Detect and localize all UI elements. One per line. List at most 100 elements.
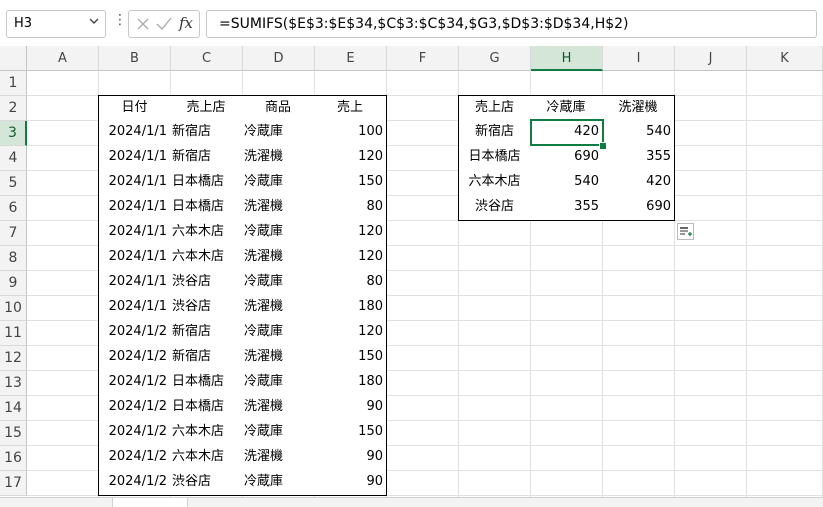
summary-value-cell[interactable]: 540 [602,120,675,146]
sales-cell[interactable]: 2024/1/1 [98,120,171,146]
column-header-c[interactable]: C [171,46,243,71]
check-icon[interactable] [155,16,173,36]
sales-cell[interactable]: 洗濯機 [242,395,315,421]
column-header-h[interactable]: H [531,46,603,71]
sales-cell[interactable]: 100 [314,120,387,146]
sales-cell[interactable]: 六本木店 [170,420,243,446]
sales-cell[interactable]: 2024/1/1 [98,270,171,296]
sales-cell[interactable]: 新宿店 [170,345,243,371]
sales-cell[interactable]: 日本橋店 [170,195,243,221]
sales-cell[interactable]: 洗濯機 [242,145,315,171]
row-header-15[interactable]: 15 [0,421,27,446]
sales-cell[interactable]: 2024/1/1 [98,145,171,171]
sales-cell[interactable]: 150 [314,170,387,196]
summary-header-cell[interactable]: 洗濯機 [602,95,675,121]
row-header-7[interactable]: 7 [0,221,27,246]
sales-cell[interactable]: 2024/1/2 [98,445,171,471]
sales-cell[interactable]: 洗濯機 [242,295,315,321]
fill-handle[interactable] [599,142,607,150]
sales-cell[interactable]: 冷蔵庫 [242,220,315,246]
sales-cell[interactable]: 六本木店 [170,220,243,246]
sales-cell[interactable]: 洗濯機 [242,345,315,371]
row-header-11[interactable]: 11 [0,321,27,346]
summary-value-cell[interactable]: 420 [602,170,675,196]
column-header-f[interactable]: F [387,46,459,71]
sales-cell[interactable]: 80 [314,270,387,296]
column-header-i[interactable]: I [603,46,675,71]
sales-cell[interactable]: 2024/1/1 [98,295,171,321]
sales-cell[interactable]: 渋谷店 [170,295,243,321]
sales-cell[interactable]: 2024/1/1 [98,220,171,246]
row-header-9[interactable]: 9 [0,271,27,296]
fx-icon[interactable]: fx [179,14,193,32]
sales-cell[interactable]: 洗濯機 [242,245,315,271]
sales-cell[interactable]: 150 [314,345,387,371]
sales-header-cell[interactable]: 売上店 [170,95,243,121]
chevron-down-icon[interactable] [89,16,99,29]
sales-cell[interactable]: 2024/1/2 [98,420,171,446]
sales-cell[interactable]: 冷蔵庫 [242,170,315,196]
row-header-12[interactable]: 12 [0,346,27,371]
row-header-2[interactable]: 2 [0,96,27,121]
sales-cell[interactable]: 冷蔵庫 [242,370,315,396]
sales-cell[interactable]: 120 [314,320,387,346]
name-box[interactable]: H3 [6,10,106,38]
column-header-k[interactable]: K [747,46,823,71]
summary-header-cell[interactable]: 売上店 [458,95,531,121]
formula-input[interactable]: =SUMIFS($E$3:$E$34,$C$3:$C$34,$G3,$D$3:$… [206,10,817,38]
row-header-5[interactable]: 5 [0,171,27,196]
sales-cell[interactable]: 新宿店 [170,120,243,146]
sales-header-cell[interactable]: 売上 [314,95,387,121]
sales-cell[interactable]: 90 [314,395,387,421]
column-header-g[interactable]: G [459,46,531,71]
sales-cell[interactable]: 150 [314,420,387,446]
summary-header-cell[interactable]: 冷蔵庫 [530,95,603,121]
x-icon[interactable] [135,16,151,36]
sales-cell[interactable]: 冷蔵庫 [242,420,315,446]
sales-cell[interactable]: 2024/1/2 [98,470,171,496]
row-header-17[interactable]: 17 [0,471,27,496]
row-header-14[interactable]: 14 [0,396,27,421]
summary-store-cell[interactable]: 日本橋店 [458,145,531,171]
column-header-j[interactable]: J [675,46,747,71]
row-header-13[interactable]: 13 [0,371,27,396]
sales-cell[interactable]: 洗濯機 [242,195,315,221]
sales-cell[interactable]: 2024/1/2 [98,320,171,346]
sales-cell[interactable]: 80 [314,195,387,221]
sales-cell[interactable]: 2024/1/2 [98,395,171,421]
row-header-3[interactable]: 3 [0,121,27,146]
summary-value-cell[interactable]: 540 [530,170,603,196]
summary-store-cell[interactable]: 新宿店 [458,120,531,146]
sales-cell[interactable]: 2024/1/2 [98,345,171,371]
summary-value-cell[interactable]: 355 [530,195,603,221]
sales-cell[interactable]: 2024/1/2 [98,370,171,396]
summary-value-cell[interactable]: 355 [602,145,675,171]
row-header-10[interactable]: 10 [0,296,27,321]
summary-value-cell[interactable]: 420 [530,120,603,146]
sales-cell[interactable]: 渋谷店 [170,270,243,296]
summary-value-cell[interactable]: 690 [602,195,675,221]
sales-cell[interactable]: 冷蔵庫 [242,120,315,146]
column-header-b[interactable]: B [99,46,171,71]
sales-cell[interactable]: 180 [314,370,387,396]
sales-cell[interactable]: 冷蔵庫 [242,270,315,296]
column-header-e[interactable]: E [315,46,387,71]
sales-cell[interactable]: 120 [314,245,387,271]
sales-cell[interactable]: 日本橋店 [170,370,243,396]
summary-store-cell[interactable]: 六本木店 [458,170,531,196]
sales-cell[interactable]: 120 [314,145,387,171]
sales-cell[interactable]: 2024/1/1 [98,170,171,196]
row-header-6[interactable]: 6 [0,196,27,221]
sales-cell[interactable]: 日本橋店 [170,395,243,421]
sales-cell[interactable]: 新宿店 [170,320,243,346]
select-all-corner[interactable] [0,46,27,71]
summary-value-cell[interactable]: 690 [530,145,603,171]
sales-cell[interactable]: 六本木店 [170,245,243,271]
row-header-1[interactable]: 1 [0,71,27,96]
sales-cell[interactable]: 2024/1/1 [98,245,171,271]
worksheet-grid[interactable]: A B C D E F G H I J K 1 2 3 4 5 6 7 8 9 10 11 12 13 14 15 16 17 日付 売上… [0,46,823,506]
sales-cell[interactable]: 冷蔵庫 [242,320,315,346]
sales-cell[interactable]: 180 [314,295,387,321]
column-header-a[interactable]: A [27,46,99,71]
row-header-4[interactable]: 4 [0,146,27,171]
